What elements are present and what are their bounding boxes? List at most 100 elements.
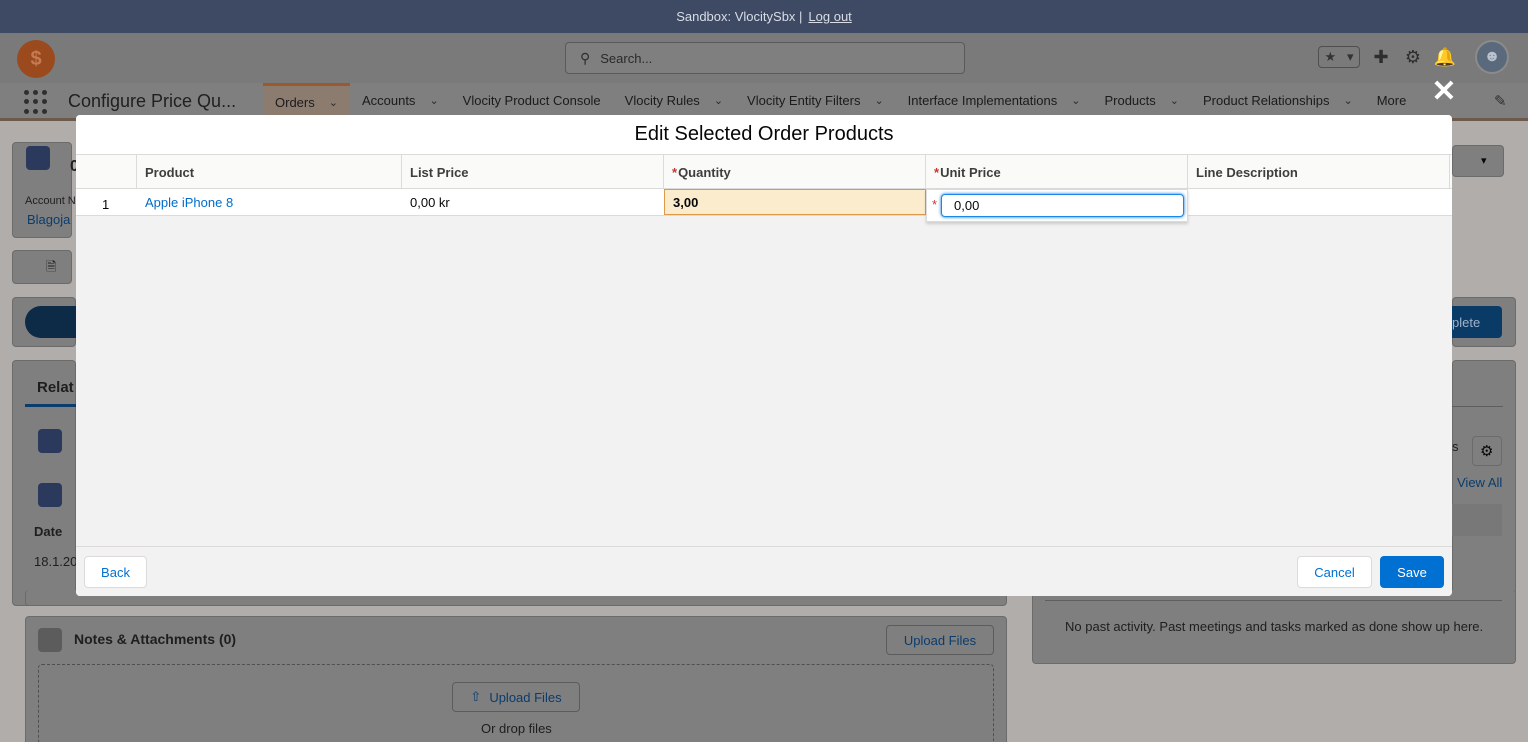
divider bbox=[1045, 600, 1502, 601]
column-header-line-description[interactable]: Line Description bbox=[1188, 155, 1450, 189]
modal-footer: Back Cancel Save bbox=[76, 546, 1452, 596]
tab-underline bbox=[25, 404, 76, 407]
mark-complete-button[interactable]: plete bbox=[1452, 306, 1502, 338]
column-label: List Price bbox=[410, 164, 469, 180]
save-label: Save bbox=[1397, 564, 1427, 580]
edit-pencil-icon[interactable]: ✎ bbox=[1494, 92, 1507, 110]
account-label: Account N bbox=[25, 195, 76, 207]
chevron-down-icon[interactable]: ⌄ bbox=[429, 94, 438, 107]
chevron-down-icon[interactable]: ⌄ bbox=[1170, 94, 1179, 107]
save-button[interactable]: Save bbox=[1380, 556, 1444, 588]
bg-tab-card bbox=[12, 250, 72, 284]
related-list-icon bbox=[38, 483, 62, 507]
document-icon: 🗎 bbox=[46, 259, 57, 274]
quantity-cell[interactable]: 3,00 bbox=[664, 189, 926, 215]
unit-price-input[interactable] bbox=[941, 194, 1184, 217]
view-all-link[interactable]: View All bbox=[1457, 475, 1502, 490]
record-actions-dropdown[interactable]: ▾ bbox=[1452, 145, 1504, 177]
setup-gear-icon[interactable]: ⚙ bbox=[1402, 46, 1424, 68]
search-placeholder: Search... bbox=[600, 50, 653, 66]
date-value: 18.1.20 bbox=[34, 554, 78, 569]
nav-item-orders[interactable]: Orders ⌄ bbox=[263, 83, 350, 118]
chevron-down-icon[interactable]: ⌄ bbox=[874, 94, 883, 107]
nav-item-product-relationships[interactable]: Product Relationships ⌄ bbox=[1191, 83, 1365, 118]
header-actions: ★ ▾ ✚ ⚙ 🔔 bbox=[1318, 46, 1456, 68]
edit-order-products-modal: Edit Selected Order Products Product Lis… bbox=[76, 115, 1452, 596]
upload-files-label: Upload Files bbox=[903, 632, 977, 648]
chevron-down-icon: ▾ bbox=[1347, 49, 1354, 64]
notifications-bell-icon[interactable]: 🔔 bbox=[1434, 46, 1456, 68]
global-actions-plus-icon[interactable]: ✚ bbox=[1370, 46, 1392, 68]
mark-complete-label: plete bbox=[1452, 314, 1481, 330]
required-marker: * bbox=[672, 164, 678, 180]
nav-item-label: Product Relationships bbox=[1203, 93, 1330, 108]
cancel-button[interactable]: Cancel bbox=[1297, 556, 1372, 588]
column-header-unit-price[interactable]: * Unit Price bbox=[926, 155, 1188, 189]
nav-item-accounts[interactable]: Accounts ⌄ bbox=[350, 83, 451, 118]
modal-title: Edit Selected Order Products bbox=[634, 123, 894, 145]
favorites-button[interactable]: ★ ▾ bbox=[1318, 46, 1360, 68]
column-header-product[interactable]: Product bbox=[137, 155, 402, 189]
line-description-cell[interactable] bbox=[1188, 189, 1448, 215]
search-icon: ⚲ bbox=[580, 49, 591, 66]
nav-item-vlocity-entity-filters[interactable]: Vlocity Entity Filters ⌄ bbox=[735, 83, 896, 118]
filter-bar bbox=[1452, 504, 1502, 536]
product-link[interactable]: Apple iPhone 8 bbox=[137, 189, 402, 215]
upload-icon: ⇧ bbox=[470, 689, 482, 704]
chevron-down-icon[interactable]: ⌄ bbox=[1343, 94, 1352, 107]
column-header-row-number bbox=[76, 155, 137, 189]
logout-link[interactable]: Log out bbox=[808, 9, 851, 24]
related-tab[interactable]: Relat bbox=[37, 379, 74, 396]
settings-gear-button[interactable]: ⚙ bbox=[1472, 436, 1502, 466]
chevron-down-icon: ▾ bbox=[1481, 155, 1487, 167]
column-label: Unit Price bbox=[940, 164, 1001, 180]
close-icon[interactable]: ✕ bbox=[1430, 77, 1458, 107]
nav-item-interface-implementations[interactable]: Interface Implementations ⌄ bbox=[896, 83, 1093, 118]
column-header-quantity[interactable]: * Quantity bbox=[664, 155, 926, 189]
divider bbox=[1452, 406, 1503, 407]
no-activity-text: No past activity. Past meetings and task… bbox=[1065, 619, 1484, 634]
notes-title: Notes & Attachments (0) bbox=[74, 631, 237, 647]
upload-files-label: Upload Files bbox=[489, 689, 562, 705]
account-link[interactable]: Blagoja bbox=[27, 212, 70, 227]
nav-items: Orders ⌄ Accounts ⌄ Vlocity Product Cons… bbox=[263, 83, 1418, 118]
modal-header: Edit Selected Order Products bbox=[76, 115, 1452, 155]
chevron-down-icon[interactable]: ⌄ bbox=[714, 94, 723, 107]
nav-item-label: Vlocity Rules bbox=[624, 93, 700, 108]
upload-files-header-button[interactable]: Upload Files bbox=[886, 625, 994, 655]
side-text: s bbox=[1452, 439, 1459, 454]
nav-item-vlocity-rules[interactable]: Vlocity Rules ⌄ bbox=[613, 83, 735, 118]
notes-file-icon bbox=[38, 628, 62, 652]
upload-files-button[interactable]: ⇧ Upload Files bbox=[452, 682, 580, 712]
salesforce-logo-icon[interactable]: $ bbox=[17, 40, 55, 78]
chevron-down-icon[interactable]: ⌄ bbox=[1071, 94, 1080, 107]
date-header: Date bbox=[34, 524, 63, 539]
order-products-grid: Product List Price * Quantity * Unit Pri… bbox=[76, 155, 1452, 216]
column-header-list-price[interactable]: List Price bbox=[402, 155, 664, 189]
nav-item-label: Vlocity Product Console bbox=[462, 93, 601, 108]
nav-item-label: Interface Implementations bbox=[907, 93, 1058, 108]
nav-item-label: Vlocity Entity Filters bbox=[747, 93, 861, 108]
back-button[interactable]: Back bbox=[84, 556, 147, 588]
star-icon: ★ bbox=[1324, 49, 1337, 64]
user-avatar[interactable]: ☻ bbox=[1475, 40, 1509, 74]
nav-item-label: Orders bbox=[275, 94, 315, 110]
record-type-icon bbox=[26, 146, 50, 170]
required-marker: * bbox=[932, 197, 938, 212]
required-marker: * bbox=[934, 164, 940, 180]
nav-item-label: Products bbox=[1104, 93, 1156, 108]
path-step[interactable] bbox=[25, 306, 76, 338]
row-number: 1 bbox=[102, 196, 110, 212]
gear-icon: ⚙ bbox=[1480, 443, 1494, 460]
list-price-cell: 0,00 kr bbox=[410, 194, 450, 210]
nav-item-vlocity-product-console[interactable]: Vlocity Product Console bbox=[451, 83, 613, 118]
back-label: Back bbox=[101, 564, 130, 580]
nav-item-label: More bbox=[1376, 93, 1407, 108]
chevron-down-icon[interactable]: ⌄ bbox=[329, 96, 338, 109]
sandbox-banner: Sandbox: VlocitySbx | Log out bbox=[0, 0, 1528, 33]
app-launcher-icon[interactable] bbox=[24, 90, 48, 114]
nav-item-products[interactable]: Products ⌄ bbox=[1092, 83, 1191, 118]
nav-item-more[interactable]: More bbox=[1365, 83, 1419, 118]
nav-item-label: Accounts bbox=[361, 93, 416, 108]
global-search-input[interactable]: ⚲ Search... bbox=[565, 42, 965, 74]
